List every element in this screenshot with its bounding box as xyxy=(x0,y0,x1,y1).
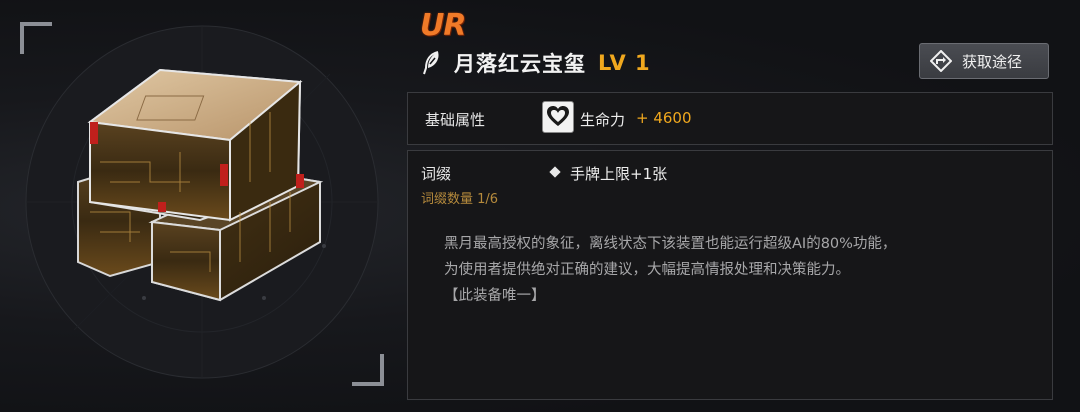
description-line: 黑月最高授权的象征，离线状态下该装置也能运行超级AI的80%功能， xyxy=(444,236,897,252)
affix-count: 词缀数量 1/6 xyxy=(421,188,498,207)
obtain-route-label: 获取途径 xyxy=(962,52,1023,71)
frame-corner-bottom-right xyxy=(352,354,384,386)
stat-value: + 4600 xyxy=(636,109,692,127)
affix-panel: 词缀 词缀数量 1/6 手牌上限+1张 黑月最高授权的象征，离线状态下该装置也能… xyxy=(407,150,1053,400)
obtain-route-button[interactable]: 获取途径 xyxy=(919,43,1049,79)
item-title: 月落红云宝玺 LV 1 xyxy=(420,48,651,78)
heart-icon xyxy=(542,101,574,133)
item-image xyxy=(77,68,324,302)
description-line: 【此装备唯一】 xyxy=(444,288,546,304)
base-attribute-label: 基础属性 xyxy=(425,111,486,129)
affix-entry: 手牌上限+1张 xyxy=(570,165,668,183)
base-attribute-panel: 基础属性 生命力 + 4600 xyxy=(407,92,1053,145)
item-name: 月落红云宝玺 xyxy=(454,52,586,76)
feather-icon xyxy=(423,51,439,75)
item-description: 黑月最高授权的象征，离线状态下该装置也能运行超级AI的80%功能， 为使用者提供… xyxy=(444,231,1004,309)
description-line: 为使用者提供绝对正确的建议，大幅提高情报处理和决策能力。 xyxy=(444,262,850,278)
diamond-bullet-icon xyxy=(549,166,561,178)
affix-count-label: 词缀数量 xyxy=(421,192,474,207)
frame-corner-top-left xyxy=(20,22,52,54)
item-level: LV 1 xyxy=(598,51,651,75)
affix-label: 词缀 xyxy=(421,165,452,183)
affix-count-value: 1/6 xyxy=(477,192,499,207)
stat-name: 生命力 xyxy=(580,111,626,129)
rarity-badge: UR xyxy=(420,8,466,43)
direction-sign-icon xyxy=(930,50,952,72)
